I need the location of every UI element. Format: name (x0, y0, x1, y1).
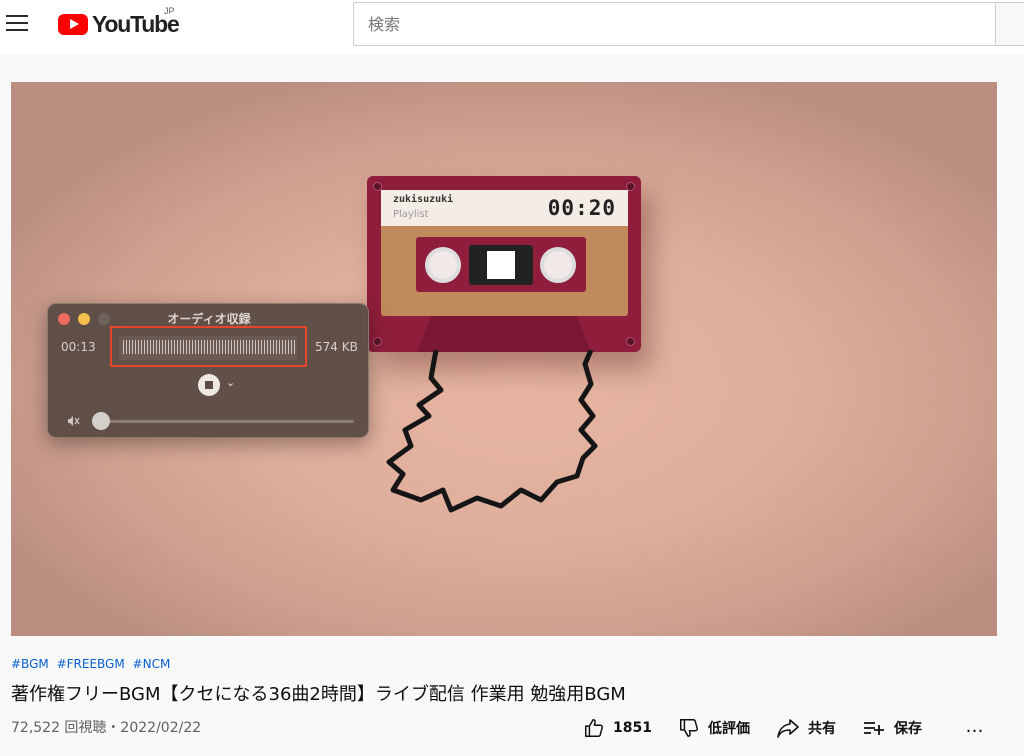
like-button[interactable]: 1851 (583, 717, 652, 739)
view-count-and-date: 72,522 回視聴・2022/02/22 (11, 720, 202, 736)
hashtags: #BGM #FREEBGM #NCM (11, 657, 174, 671)
share-icon (777, 719, 799, 738)
muted-speaker-icon (66, 414, 80, 428)
stop-button[interactable] (198, 374, 220, 396)
volume-slider-knob[interactable] (92, 412, 111, 430)
dislike-label: 低評価 (707, 721, 750, 737)
cassette-window (416, 237, 586, 292)
youtube-logo[interactable]: YouTube JP (58, 6, 180, 37)
screw-icon (626, 337, 635, 346)
cassette-label: zukisuzuki Playlist 00:20 (381, 190, 628, 316)
save-button[interactable]: 保存 (862, 718, 922, 738)
cassette-time: 00:20 (547, 196, 616, 220)
video-player[interactable]: zukisuzuki Playlist 00:20 オーディオ収録 00:13 … (11, 82, 997, 636)
reel-icon (425, 247, 461, 283)
tape-spool (469, 245, 533, 285)
like-count: 1851 (613, 720, 652, 736)
hashtag-link[interactable]: #BGM (11, 657, 49, 671)
share-label: 共有 (807, 721, 836, 737)
recorder-file-size: 574 KB (315, 340, 358, 354)
top-bar: YouTube JP (0, 0, 1024, 54)
save-label: 保存 (893, 721, 922, 737)
recorder-elapsed: 00:13 (61, 340, 96, 354)
add-to-playlist-icon (863, 722, 884, 735)
youtube-play-icon (58, 13, 88, 35)
hashtag-link[interactable]: #FREEBGM (57, 657, 125, 671)
level-highlight-box (110, 326, 307, 367)
cassette-illustration: zukisuzuki Playlist 00:20 (367, 176, 641, 352)
cassette-artist: zukisuzuki (393, 194, 454, 205)
reel-icon (540, 247, 576, 283)
audio-recording-window: オーディオ収録 00:13 574 KB ⌄ (47, 303, 369, 438)
volume-slider[interactable] (96, 420, 354, 423)
more-actions-icon[interactable]: … (963, 717, 987, 741)
thumbs-up-icon (585, 719, 603, 737)
cassette-subtitle: Playlist (393, 209, 429, 220)
search-input[interactable] (354, 3, 995, 45)
recorder-title: オーディオ収録 (167, 312, 251, 326)
chevron-down-icon[interactable]: ⌄ (226, 376, 235, 389)
hashtag-link[interactable]: #NCM (133, 657, 171, 671)
screw-icon (373, 337, 382, 346)
country-code: JP (164, 6, 175, 16)
video-title: 著作権フリーBGM【クセになる36曲2時間】ライブ配信 作業用 勉強用BGM (11, 684, 626, 705)
dislike-button[interactable]: 低評価 (678, 717, 750, 739)
hamburger-menu-icon[interactable] (6, 12, 30, 34)
thumbs-down-icon (679, 719, 698, 737)
search-box (353, 2, 995, 46)
share-button[interactable]: 共有 (776, 717, 836, 739)
video-actions: 1851 低評価 共有 保存 (583, 716, 922, 740)
search-button[interactable] (995, 2, 1024, 46)
cassette-bottom (417, 316, 591, 352)
tape-cable (386, 350, 598, 513)
